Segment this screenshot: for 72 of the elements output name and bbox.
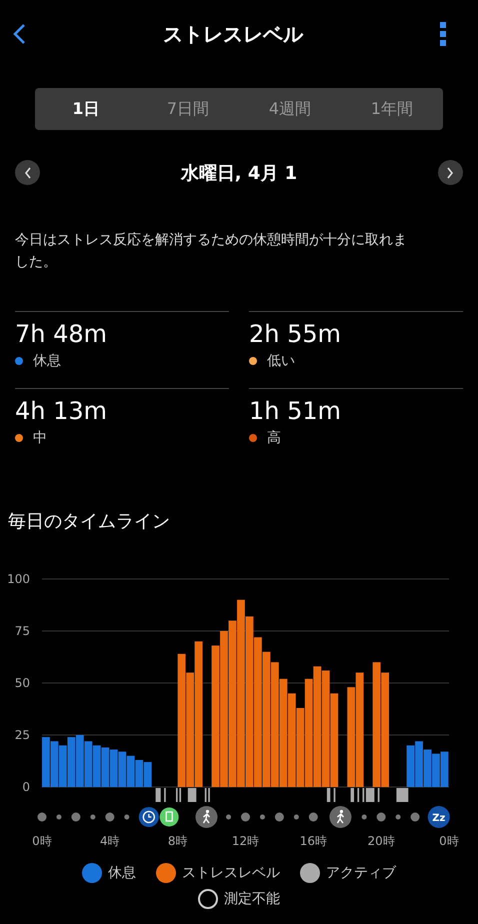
axis-label: 4時 [100, 834, 120, 848]
axis-label: 75 [14, 624, 30, 638]
rest-bar [67, 737, 76, 787]
clock-icon[interactable] [138, 807, 159, 827]
level-label: 低い [267, 352, 295, 370]
hour-dot [226, 814, 232, 820]
hour-dot [410, 812, 420, 822]
rest-bar [92, 745, 101, 787]
legend-swatch [198, 889, 218, 909]
legend-label: 測定不能 [224, 890, 280, 908]
hour-dot [124, 814, 130, 820]
rest-bar [50, 741, 58, 787]
duration-value: 4h 13m [15, 397, 108, 425]
rest-bar [126, 756, 135, 787]
period-tab[interactable]: 7日間 [137, 88, 239, 130]
axis-label: 0時 [439, 834, 459, 848]
hour-dot [396, 814, 401, 820]
hour-dot [294, 814, 299, 820]
period-tab[interactable]: 4週間 [239, 88, 341, 130]
level-label: 高 [267, 429, 281, 447]
more-icon[interactable] [440, 22, 446, 46]
axis-label: 8時 [168, 834, 188, 848]
screen-title: ストレスレベル [163, 20, 303, 48]
axis-label: 16時 [300, 834, 327, 848]
hour-dot [274, 812, 284, 822]
rest-bar [76, 735, 84, 787]
hour-dot [362, 814, 367, 820]
chevron-left-icon [24, 166, 32, 178]
axis-label: 0 [22, 780, 30, 794]
summary-text: 今日はストレス反応を解消するための休憩時間が十分に取れました。 [15, 231, 408, 272]
next-day-button[interactable] [438, 160, 463, 185]
section-title: 毎日のタイムライン [8, 510, 171, 533]
period-tab[interactable]: 1年間 [341, 88, 443, 130]
duration-value: 7h 48m [15, 320, 108, 348]
period-tab[interactable]: 1日 [35, 88, 137, 130]
legend-label: アクティブ [326, 864, 396, 882]
hour-dot [38, 812, 46, 822]
hour-dot [241, 812, 250, 822]
duration-value: 2h 55m [249, 320, 342, 348]
rest-bar [135, 760, 144, 787]
axis-label: 25 [14, 728, 30, 742]
previous-day-button[interactable] [15, 160, 40, 185]
chevron-right-icon [446, 166, 454, 178]
hour-dot [376, 812, 386, 822]
sleep-badge[interactable]: Zz [428, 806, 450, 828]
rest-bar [101, 747, 110, 787]
rest-bar [110, 750, 118, 787]
hour-dot [71, 812, 80, 822]
rest-bar [58, 745, 67, 787]
back-icon[interactable] [12, 23, 26, 45]
legend-label: 休息 [108, 864, 136, 882]
page-icon[interactable] [160, 808, 179, 826]
hour-dot [260, 814, 265, 820]
walking-person-icon[interactable] [196, 806, 218, 828]
duration-value: 1h 51m [249, 397, 342, 425]
date-label: 水曜日, 4月 1 [180, 162, 298, 184]
hour-dot [308, 812, 318, 822]
rest-bar [118, 752, 126, 787]
level-label: 休息 [33, 352, 61, 370]
axis-label: 50 [14, 676, 30, 690]
walking-person-icon[interactable] [329, 806, 352, 828]
axis-label: 0時 [32, 834, 52, 848]
level-label: 中 [33, 429, 47, 447]
hour-dot [56, 814, 62, 820]
axis-label: 20時 [368, 834, 395, 848]
hour-dot [105, 812, 114, 822]
axis-label: 12時 [232, 834, 260, 848]
hour-dot [90, 814, 96, 820]
rest-bar [84, 741, 92, 787]
legend-label: ストレスレベル [182, 864, 280, 882]
axis-label: 100 [7, 572, 30, 586]
rest-bar [144, 762, 152, 787]
